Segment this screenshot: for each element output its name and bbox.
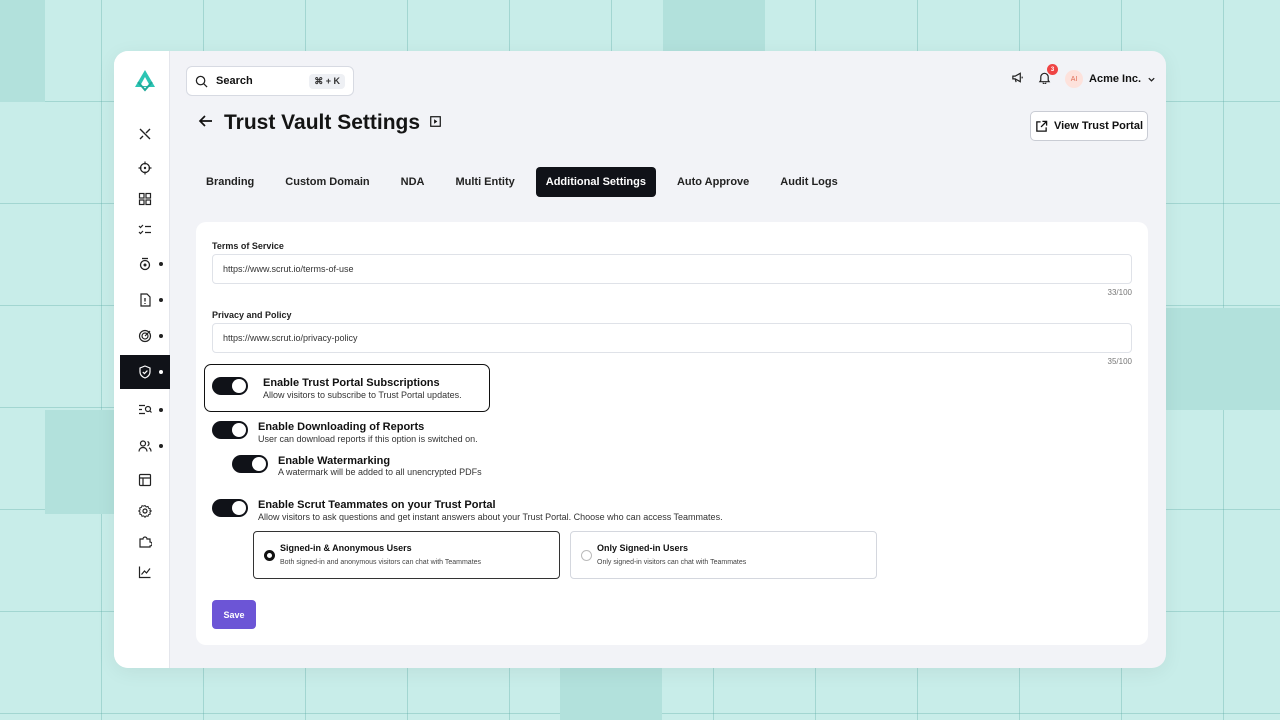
background-tile — [0, 0, 45, 102]
app-window: Search ⌘ + K 3 AI Acme Inc. Trust Vault … — [114, 51, 1166, 668]
nav-target-icon[interactable] — [120, 151, 170, 185]
nav-policies-icon[interactable] — [120, 247, 170, 281]
tab-audit-logs[interactable]: Audit Logs — [770, 167, 847, 197]
page-header: Trust Vault Settings — [198, 111, 441, 135]
nav-integrations-icon[interactable] — [120, 525, 170, 559]
downloads-title: Enable Downloading of Reports — [258, 421, 425, 433]
tab-nda[interactable]: NDA — [391, 167, 435, 197]
nav-checklist-icon[interactable] — [120, 213, 170, 247]
terms-label: Terms of Service — [212, 241, 284, 251]
privacy-char-counter: 35/100 — [1107, 357, 1132, 366]
access-option-signed-in[interactable]: Only Signed-in Users Only signed-in visi… — [570, 531, 877, 579]
back-arrow-icon[interactable] — [198, 113, 214, 134]
chevron-down-icon — [1148, 77, 1155, 82]
watermark-title: Enable Watermarking — [278, 455, 391, 467]
nav-analytics-icon[interactable] — [120, 555, 170, 589]
tab-multi-entity[interactable]: Multi Entity — [445, 167, 524, 197]
teammates-toggle[interactable] — [212, 499, 248, 517]
terms-char-counter: 33/100 — [1107, 288, 1132, 297]
access-option-anonymous[interactable]: Signed-in & Anonymous Users Both signed-… — [253, 531, 560, 579]
org-name: Acme Inc. — [1089, 73, 1141, 85]
search-label: Search — [216, 75, 253, 87]
search-icon — [195, 75, 208, 88]
nav-dot — [159, 408, 163, 412]
nav-risk-icon[interactable] — [120, 283, 170, 317]
nav-table-icon[interactable] — [120, 463, 170, 497]
nav-dot — [159, 370, 163, 374]
nav-dot — [159, 334, 163, 338]
sidebar — [114, 51, 170, 668]
save-button[interactable]: Save — [212, 600, 256, 629]
background-tile — [560, 668, 662, 720]
megaphone-icon[interactable] — [1011, 71, 1024, 87]
notifications-button[interactable]: 3 — [1038, 64, 1059, 87]
radio-button[interactable] — [581, 550, 592, 561]
nav-people-icon[interactable] — [120, 429, 170, 463]
option-desc: Only signed-in visitors can chat with Te… — [597, 559, 747, 566]
subscriptions-desc: Allow visitors to subscribe to Trust Por… — [263, 390, 462, 400]
option-title: Only Signed-in Users — [597, 543, 689, 553]
nav-search-list-icon[interactable] — [120, 393, 170, 427]
tab-auto-approve[interactable]: Auto Approve — [667, 167, 759, 197]
nav-dot — [159, 444, 163, 448]
nav-dot — [159, 298, 163, 302]
header-actions: 3 AI Acme Inc. — [1011, 64, 1156, 88]
downloads-desc: User can download reports if this option… — [258, 434, 478, 444]
subscriptions-title: Enable Trust Portal Subscriptions — [263, 377, 440, 389]
settings-tabs: Branding Custom Domain NDA Multi Entity … — [196, 167, 849, 197]
nav-trust-vault-icon[interactable] — [120, 355, 170, 389]
background-tile — [663, 0, 765, 51]
teammates-desc: Allow visitors to ask questions and get … — [258, 512, 723, 522]
settings-card: Terms of Service https://www.scrut.io/te… — [196, 222, 1148, 645]
watermark-desc: A watermark will be added to all unencry… — [278, 467, 482, 477]
option-desc: Both signed-in and anonymous visitors ca… — [280, 559, 482, 566]
radio-button[interactable] — [264, 550, 275, 561]
teammates-title: Enable Scrut Teammates on your Trust Por… — [258, 499, 496, 511]
downloads-toggle[interactable] — [212, 421, 248, 439]
search-shortcut: ⌘ + K — [309, 73, 345, 89]
background-tile — [45, 410, 114, 514]
notification-badge: 3 — [1047, 64, 1059, 75]
brand-logo-icon[interactable] — [133, 68, 157, 92]
org-switcher[interactable]: AI Acme Inc. — [1065, 70, 1156, 88]
view-trust-portal-button[interactable]: View Trust Portal — [1030, 111, 1148, 141]
watermark-toggle[interactable] — [232, 455, 268, 473]
background-tile — [1166, 308, 1280, 410]
subscriptions-toggle[interactable] — [212, 377, 248, 395]
view-trust-portal-label: View Trust Portal — [1053, 120, 1144, 132]
tab-branding[interactable]: Branding — [196, 167, 264, 197]
play-square-icon[interactable] — [430, 114, 441, 132]
avatar: AI — [1065, 70, 1084, 88]
tab-custom-domain[interactable]: Custom Domain — [275, 167, 379, 197]
terms-of-service-input[interactable]: https://www.scrut.io/terms-of-use — [212, 254, 1132, 284]
external-link-icon — [1036, 120, 1048, 132]
nav-dot — [159, 262, 163, 266]
privacy-policy-input[interactable]: https://www.scrut.io/privacy-policy — [212, 323, 1132, 353]
tab-additional-settings[interactable]: Additional Settings — [535, 167, 656, 197]
nav-vendor-icon[interactable] — [120, 319, 170, 353]
option-title: Signed-in & Anonymous Users — [280, 543, 412, 553]
nav-dashboard-icon[interactable] — [120, 182, 170, 216]
nav-settings-icon[interactable] — [120, 494, 170, 528]
nav-tools-icon[interactable] — [120, 117, 170, 151]
privacy-label: Privacy and Policy — [212, 310, 292, 320]
search-input[interactable]: Search ⌘ + K — [186, 66, 354, 96]
page-title: Trust Vault Settings — [224, 111, 421, 134]
